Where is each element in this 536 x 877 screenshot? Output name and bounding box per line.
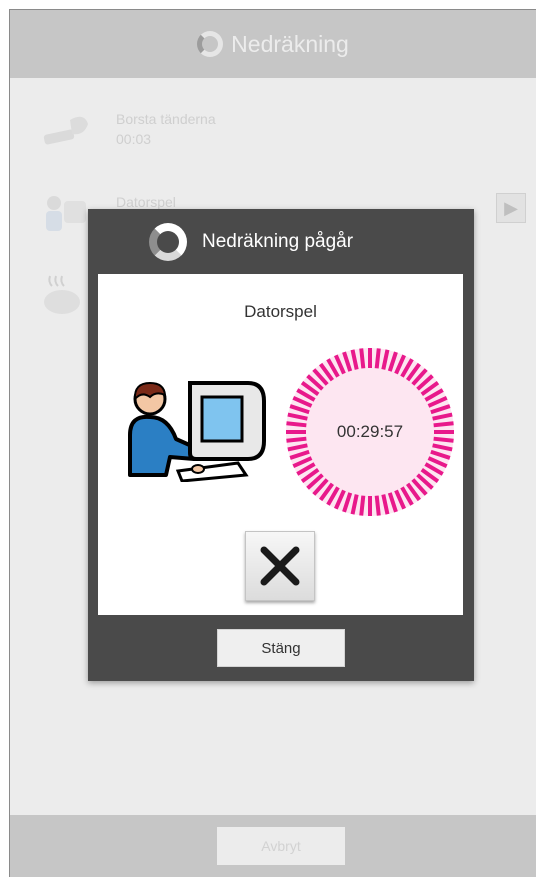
- close-x-button[interactable]: [245, 531, 315, 601]
- dialog-footer: Stäng: [88, 615, 474, 681]
- bottom-bar: Avbryt: [10, 815, 536, 877]
- progress-spinner-icon: [149, 222, 187, 261]
- close-icon: [260, 546, 300, 586]
- activity-title: Datorspel: [244, 302, 317, 321]
- timer-tick: [359, 348, 366, 369]
- dialog-body: Datorspel 00:29:57: [98, 274, 463, 615]
- list-item-time: 00:03: [116, 131, 152, 147]
- dialog-title: Nedräkning pågår: [202, 230, 354, 252]
- cooking-pot-icon: [44, 275, 80, 314]
- progress-spinner-icon: [197, 31, 224, 57]
- cancel-button[interactable]: Avbryt: [217, 827, 345, 865]
- timer-tick: [359, 495, 366, 516]
- timer-value: 00:29:57: [336, 422, 404, 441]
- countdown-dialog: Nedräkning pågår Datorspel 00:29:57 Stän…: [88, 209, 474, 681]
- play-icon: ▶: [504, 197, 518, 218]
- list-item-name: Borsta tänderna: [116, 111, 216, 127]
- timer-tick: [374, 348, 381, 369]
- list-item[interactable]: Borsta tänderna 00:03: [10, 98, 536, 172]
- toothbrush-icon: [43, 116, 88, 145]
- computer-user-icon: [128, 381, 266, 482]
- timer-tick: [374, 495, 381, 516]
- app-title: Nedräkning: [231, 30, 349, 57]
- computer-user-icon: [46, 196, 86, 231]
- play-button[interactable]: ▶: [496, 193, 526, 223]
- app-header: Nedräkning: [10, 10, 536, 78]
- dialog-header: Nedräkning pågår: [88, 209, 474, 274]
- list-item-name: Datorspel: [116, 194, 176, 210]
- close-button[interactable]: Stäng: [217, 629, 345, 667]
